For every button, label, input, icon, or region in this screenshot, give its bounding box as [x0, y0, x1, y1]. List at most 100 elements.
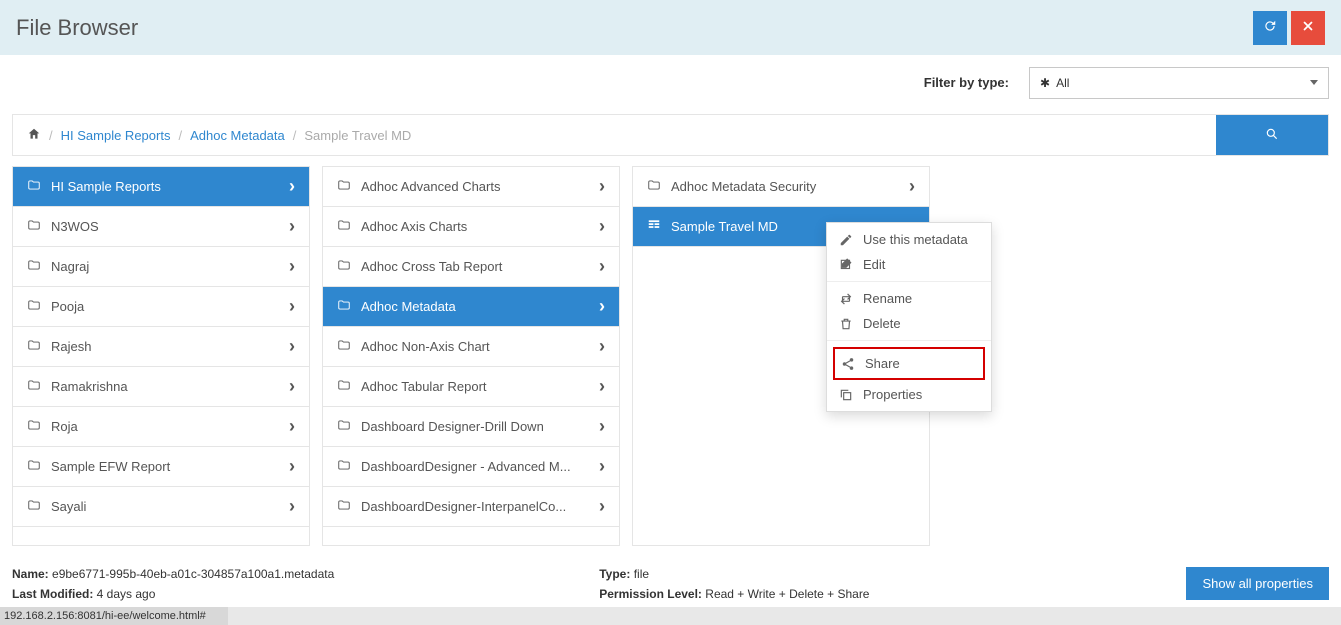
- file-column[interactable]: HI Sample Reports›N3WOS›Nagraj›Pooja›Raj…: [12, 166, 310, 546]
- chevron-right-icon: ›: [599, 176, 605, 197]
- chevron-right-icon: ›: [289, 376, 295, 397]
- context-menu-label: Rename: [863, 291, 912, 306]
- file-item[interactable]: Sayali›: [13, 487, 309, 527]
- context-menu-edit[interactable]: Edit: [827, 252, 991, 277]
- chevron-right-icon: ›: [599, 416, 605, 437]
- file-item[interactable]: DashboardDesigner - Advanced M...›: [323, 447, 619, 487]
- file-item[interactable]: Pooja›: [13, 287, 309, 327]
- context-menu-share[interactable]: Share: [833, 347, 985, 380]
- context-menu-label: Properties: [863, 387, 922, 402]
- details-footer: Name: e9be6771-995b-40eb-a01c-304857a100…: [0, 561, 1341, 607]
- search-icon: [1265, 127, 1279, 144]
- folder-icon: [27, 338, 41, 355]
- folder-icon: [337, 498, 351, 515]
- folder-icon: [337, 178, 351, 195]
- trash-icon: [839, 317, 853, 331]
- file-item[interactable]: Adhoc Cross Tab Report›: [323, 247, 619, 287]
- header: File Browser: [0, 0, 1341, 55]
- filter-selected-text: All: [1056, 76, 1069, 90]
- file-item-label: DashboardDesigner-InterpanelCo...: [361, 499, 566, 514]
- context-menu-rename[interactable]: Rename: [827, 286, 991, 311]
- folder-icon: [27, 378, 41, 395]
- chevron-right-icon: ›: [289, 456, 295, 477]
- lastmod-label: Last Modified:: [12, 587, 93, 601]
- file-item-label: Adhoc Non-Axis Chart: [361, 339, 490, 354]
- context-menu-delete[interactable]: Delete: [827, 311, 991, 336]
- pencil-icon: [839, 233, 853, 247]
- breadcrumb-sep: /: [293, 128, 297, 143]
- folder-icon: [337, 258, 351, 275]
- folder-icon: [27, 218, 41, 235]
- close-icon: [1301, 19, 1315, 36]
- file-item-label: Adhoc Cross Tab Report: [361, 259, 502, 274]
- name-value: e9be6771-995b-40eb-a01c-304857a100a1.met…: [52, 567, 334, 581]
- chevron-right-icon: ›: [599, 456, 605, 477]
- file-item-label: Nagraj: [51, 259, 89, 274]
- file-item[interactable]: Adhoc Tabular Report›: [323, 367, 619, 407]
- context-menu-label: Use this metadata: [863, 232, 968, 247]
- file-item[interactable]: Dashboard Designer-Drill Down›: [323, 407, 619, 447]
- file-item-label: Sample Travel MD: [671, 219, 778, 234]
- file-item-label: HI Sample Reports: [51, 179, 161, 194]
- filter-label: Filter by type:: [924, 75, 1009, 90]
- file-item[interactable]: Sample EFW Report ›: [13, 447, 309, 487]
- context-menu: Use this metadata Edit Rename Delete Share Pr…: [826, 222, 992, 412]
- status-bar: 192.168.2.156:8081/hi-ee/welcome.html#: [0, 607, 228, 625]
- file-item-label: Adhoc Advanced Charts: [361, 179, 500, 194]
- file-item-label: Sample EFW Report: [51, 459, 170, 474]
- type-value: file: [634, 567, 649, 581]
- file-item[interactable]: HI Sample Reports›: [13, 167, 309, 207]
- file-item[interactable]: N3WOS›: [13, 207, 309, 247]
- breadcrumb-link[interactable]: Adhoc Metadata: [190, 128, 285, 143]
- name-label: Name:: [12, 567, 49, 581]
- chevron-right-icon: ›: [289, 496, 295, 517]
- file-item[interactable]: Rajesh›: [13, 327, 309, 367]
- chevron-right-icon: ›: [909, 176, 915, 197]
- file-item-label: Adhoc Metadata: [361, 299, 456, 314]
- type-label: Type:: [599, 567, 630, 581]
- refresh-button[interactable]: [1253, 11, 1287, 45]
- context-menu-label: Delete: [863, 316, 901, 331]
- file-item[interactable]: Adhoc Axis Charts ›: [323, 207, 619, 247]
- file-column[interactable]: Adhoc Advanced Charts › Adhoc Axis Charts ›…: [322, 166, 620, 546]
- breadcrumb-home[interactable]: [27, 127, 41, 144]
- context-menu-properties[interactable]: Properties: [827, 382, 991, 407]
- breadcrumb-sep: /: [178, 128, 182, 143]
- breadcrumb: / HI Sample Reports / Adhoc Metadata / S…: [13, 115, 1216, 155]
- file-item-label: Roja: [51, 419, 78, 434]
- chevron-right-icon: ›: [289, 216, 295, 237]
- file-item[interactable]: Nagraj›: [13, 247, 309, 287]
- file-item-label: Adhoc Axis Charts: [361, 219, 467, 234]
- breadcrumb-link[interactable]: HI Sample Reports: [61, 128, 171, 143]
- context-menu-use-this-metadata[interactable]: Use this metadata: [827, 227, 991, 252]
- chevron-right-icon: ›: [599, 296, 605, 317]
- share-icon: [841, 357, 855, 371]
- file-item[interactable]: Roja›: [13, 407, 309, 447]
- search-button[interactable]: [1216, 115, 1328, 155]
- folder-icon: [337, 218, 351, 235]
- folder-icon: [27, 458, 41, 475]
- chevron-right-icon: ›: [599, 216, 605, 237]
- file-item[interactable]: Adhoc Non-Axis Chart ›: [323, 327, 619, 367]
- file-item[interactable]: Adhoc Metadata Security ›: [633, 167, 929, 207]
- file-item[interactable]: Ramakrishna›: [13, 367, 309, 407]
- chevron-right-icon: ›: [599, 336, 605, 357]
- filter-type-select[interactable]: ✱ All: [1029, 67, 1329, 99]
- file-item[interactable]: Adhoc Metadata ›: [323, 287, 619, 327]
- file-columns: HI Sample Reports›N3WOS›Nagraj›Pooja›Raj…: [12, 166, 1329, 546]
- details-right: Show all properties: [1186, 567, 1329, 600]
- perm-value: Read + Write + Delete + Share: [705, 587, 869, 601]
- close-button[interactable]: [1291, 11, 1325, 45]
- details-mid: Type: file Permission Level: Read + Writ…: [599, 567, 1049, 601]
- filter-bar: Filter by type: ✱ All: [0, 55, 1341, 110]
- file-item-label: Adhoc Metadata Security: [671, 179, 816, 194]
- file-item-label: Pooja: [51, 299, 84, 314]
- asterisk-icon: ✱: [1040, 76, 1050, 90]
- chevron-right-icon: ›: [599, 376, 605, 397]
- folder-icon: [27, 258, 41, 275]
- file-item[interactable]: Adhoc Advanced Charts ›: [323, 167, 619, 207]
- lastmod-value: 4 days ago: [97, 587, 156, 601]
- file-item[interactable]: DashboardDesigner-InterpanelCo...›: [323, 487, 619, 527]
- show-all-properties-button[interactable]: Show all properties: [1186, 567, 1329, 600]
- page-title: File Browser: [16, 15, 138, 41]
